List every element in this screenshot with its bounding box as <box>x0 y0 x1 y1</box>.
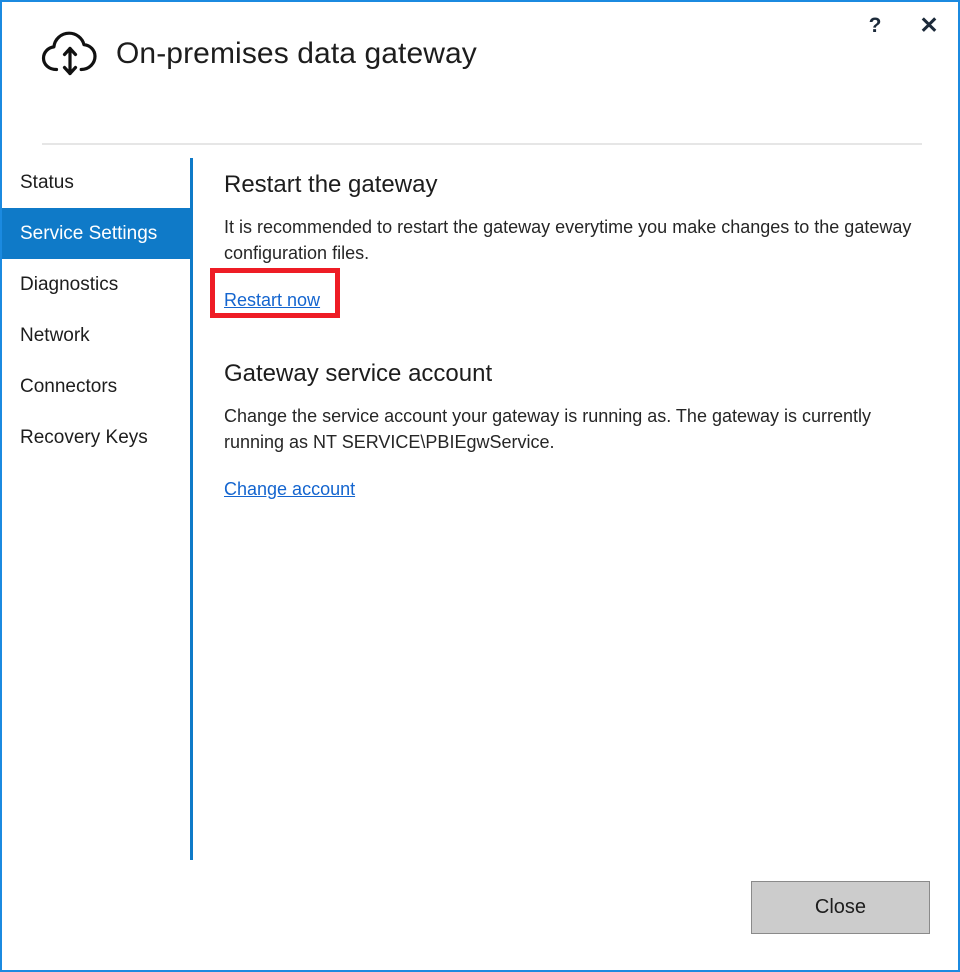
page-title: On-premises data gateway <box>116 37 477 71</box>
sidebar-item-status[interactable]: Status <box>2 157 192 208</box>
footer-bar: Close <box>2 870 958 970</box>
restart-link-container: Restart now <box>224 288 924 312</box>
cloud-sync-icon <box>40 28 100 80</box>
sidebar-item-connectors[interactable]: Connectors <box>2 361 192 412</box>
account-section-title: Gateway service account <box>224 359 924 389</box>
close-icon[interactable]: ✕ <box>914 10 944 40</box>
sidebar-item-recovery-keys[interactable]: Recovery Keys <box>2 412 192 463</box>
sidebar-nav: Status Service Settings Diagnostics Netw… <box>2 157 192 463</box>
sidebar-item-network[interactable]: Network <box>2 310 192 361</box>
main-content: Restart the gateway It is recommended to… <box>224 170 924 501</box>
sidebar-content-divider <box>190 158 193 860</box>
close-button[interactable]: Close <box>751 881 930 934</box>
header-divider <box>42 143 922 145</box>
gateway-service-account-section: Gateway service account Change the servi… <box>224 359 924 501</box>
restart-gateway-section: Restart the gateway It is recommended to… <box>224 170 924 312</box>
change-account-link[interactable]: Change account <box>224 477 355 501</box>
help-icon[interactable]: ? <box>860 10 890 40</box>
app-header: On-premises data gateway <box>40 28 477 80</box>
window-controls: ? ✕ <box>860 10 944 40</box>
gateway-window: ? ✕ On-premises data gateway Status Serv… <box>0 0 960 972</box>
sidebar-item-diagnostics[interactable]: Diagnostics <box>2 259 192 310</box>
restart-section-title: Restart the gateway <box>224 170 924 200</box>
account-section-body: Change the service account your gateway … <box>224 403 919 455</box>
sidebar-item-service-settings[interactable]: Service Settings <box>2 208 192 259</box>
restart-now-link[interactable]: Restart now <box>224 288 320 312</box>
restart-section-body: It is recommended to restart the gateway… <box>224 214 919 266</box>
